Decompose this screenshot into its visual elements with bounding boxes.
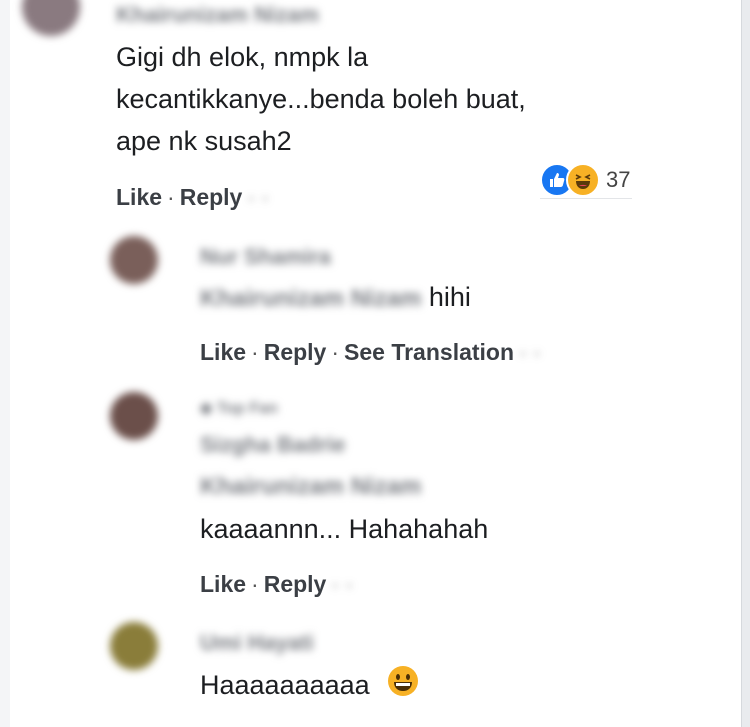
avatar[interactable] [110, 622, 158, 670]
reply-link[interactable]: Reply [264, 571, 327, 598]
like-link[interactable]: Like [200, 571, 246, 598]
comment-line: ape nk susah2 [116, 126, 292, 156]
timestamp: · · [331, 571, 354, 597]
comment-author[interactable]: Umi Hayati [200, 630, 314, 656]
laughing-face-icon [566, 163, 600, 197]
separator-dot: · [167, 184, 175, 210]
comment-text: Gigi dh elok, nmpk la kecantikkanye...be… [116, 36, 526, 162]
avatar[interactable] [110, 392, 158, 440]
left-border [0, 0, 10, 727]
like-link[interactable]: Like [116, 184, 162, 211]
comment-body: kaaaannn... Hahahahah [200, 514, 489, 544]
right-scrollbar[interactable] [741, 0, 750, 727]
comment-body: hihi [428, 282, 471, 312]
mention-link[interactable]: Khairunizam Nizam [200, 473, 421, 501]
comment-body: Haaaaaaaaaa [200, 670, 370, 700]
comment-text: Haaaaaaaaaa [200, 664, 419, 709]
comment-actions: Like · Reply · See Translation · · [200, 339, 546, 366]
comment-author[interactable]: Sizgha Badrie [200, 432, 345, 458]
avatar[interactable] [110, 236, 158, 284]
like-link[interactable]: Like [200, 339, 246, 366]
comment-actions: Like · Reply · · [116, 184, 274, 211]
see-translation-link[interactable]: See Translation [344, 339, 514, 366]
reply-link[interactable]: Reply [264, 339, 327, 366]
comment-line: Gigi dh elok, nmpk la [116, 42, 369, 72]
diamond-icon: ◆ [200, 400, 213, 417]
top-fan-badge: ◆ Top Fan [200, 398, 278, 418]
separator-dot: · [331, 339, 340, 365]
comment-author[interactable]: Khairunizam Nizam [116, 2, 319, 28]
comment-line: kecantikkanye...benda boleh buat, [116, 84, 526, 114]
separator-dot: · [251, 571, 259, 597]
reaction-summary[interactable]: 37 [540, 163, 631, 197]
reaction-count: 37 [606, 167, 631, 192]
timestamp: · · [519, 339, 541, 365]
separator-dot: · [251, 339, 259, 365]
reply-link[interactable]: Reply [180, 184, 243, 211]
comment-author[interactable]: Nur Shamira [200, 244, 331, 270]
mention-link[interactable]: Khairunizam Nizam [200, 285, 421, 312]
grinning-face-icon [387, 665, 419, 709]
comment-actions: Like · Reply · · [200, 571, 358, 598]
avatar[interactable] [22, 0, 80, 36]
comment-text: Khairunizam Nizam hihi [200, 276, 471, 320]
divider [540, 198, 632, 199]
badge-label: Top Fan [216, 400, 278, 417]
timestamp: · · [247, 184, 270, 210]
